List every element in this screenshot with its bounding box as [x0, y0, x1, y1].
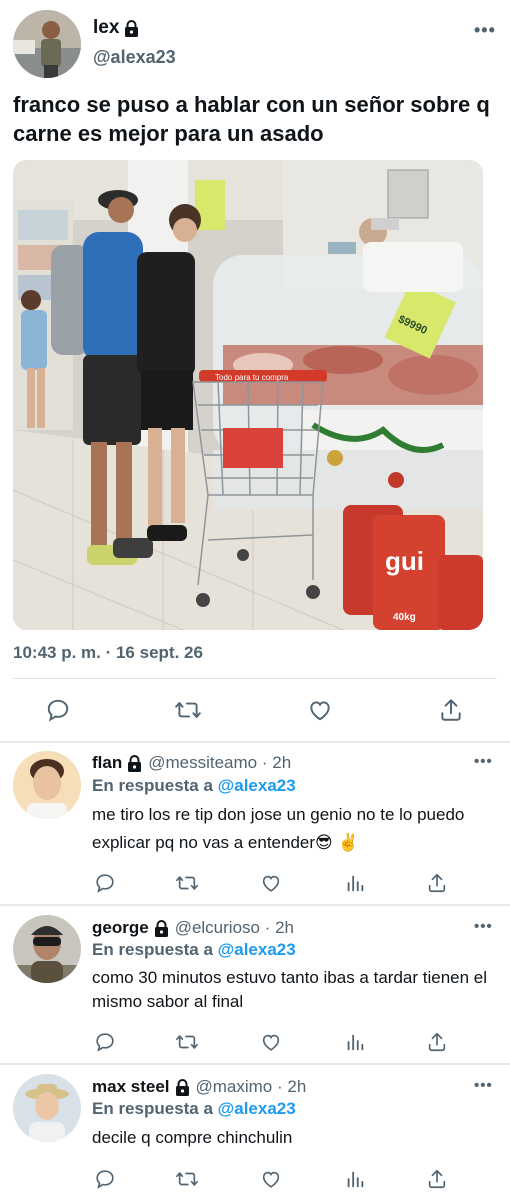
share-icon[interactable] [424, 1029, 450, 1055]
author-avatar[interactable] [13, 10, 81, 78]
author-name-row[interactable]: lex [93, 17, 139, 39]
in-reply-mention[interactable]: @alexa23 [218, 1099, 296, 1118]
reply-avatar[interactable] [13, 751, 81, 819]
views-icon[interactable] [342, 870, 368, 896]
divider [13, 678, 497, 679]
reply-icon[interactable] [92, 870, 118, 896]
retweet-icon[interactable] [174, 1029, 200, 1055]
views-icon[interactable] [342, 1166, 368, 1192]
like-icon[interactable] [258, 1029, 284, 1055]
reply-tweet[interactable]: max steel @maximo · 2h ••• En respuesta … [0, 1065, 510, 1200]
like-icon[interactable] [300, 690, 340, 730]
retweet-icon[interactable] [174, 870, 200, 896]
tweet-timestamp[interactable]: 10:43 p. m. · 16 sept. 26 [13, 643, 203, 663]
reply-icon[interactable] [92, 1029, 118, 1055]
tweet-action-bar [0, 690, 510, 730]
like-icon[interactable] [258, 1166, 284, 1192]
lock-icon [127, 754, 142, 772]
more-icon[interactable]: ••• [474, 20, 496, 41]
reply-author-name[interactable]: max steel [92, 1077, 170, 1097]
share-icon[interactable] [424, 1166, 450, 1192]
in-reply-prefix: En respuesta a [92, 1099, 218, 1118]
bag-weight-text: 40kg [393, 612, 416, 623]
in-reply-prefix: En respuesta a [92, 940, 218, 959]
reply-action-bar [92, 1166, 452, 1194]
reply-header: flan @messiteamo · 2h [92, 753, 291, 773]
views-icon[interactable] [342, 1029, 368, 1055]
author-name[interactable]: lex [93, 17, 119, 39]
main-tweet: lex @alexa23 ••• franco se puso a hablar… [0, 0, 510, 742]
tweet-photo[interactable]: $9990 Todo para tu compra gui 40kg [13, 160, 483, 630]
lock-icon [124, 19, 139, 37]
in-reply-mention[interactable]: @alexa23 [218, 940, 296, 959]
retweet-icon[interactable] [174, 1166, 200, 1192]
reply-text: decile q compre chinchulin [92, 1128, 293, 1147]
reply-action-bar [92, 870, 452, 898]
reply-author-name[interactable]: flan [92, 753, 122, 773]
in-reply-mention[interactable]: @alexa23 [218, 776, 296, 795]
author-handle[interactable]: @alexa23 [93, 47, 176, 68]
reply-tweet[interactable]: george @elcurioso · 2h ••• En respuesta … [0, 906, 510, 1062]
in-reply-to: En respuesta a @alexa23 [92, 940, 296, 960]
share-icon[interactable] [424, 870, 450, 896]
reply-icon[interactable] [92, 1166, 118, 1192]
reply-author-name[interactable]: george [92, 918, 149, 938]
reply-author-handle[interactable]: @messiteamo · 2h [148, 753, 291, 773]
reply-tweet[interactable]: flan @messiteamo · 2h ••• En respuesta a… [0, 743, 510, 903]
in-reply-to: En respuesta a @alexa23 [92, 776, 296, 796]
reply-text: como 30 minutos estuvo tanto ibas a tard… [92, 968, 488, 1011]
reply-action-bar [92, 1029, 452, 1057]
in-reply-prefix: En respuesta a [92, 776, 218, 795]
reply-author-handle[interactable]: @elcurioso · 2h [175, 918, 294, 938]
share-icon[interactable] [431, 690, 471, 730]
reply-avatar[interactable] [13, 1074, 81, 1142]
reply-icon[interactable] [38, 690, 78, 730]
reply-text: me tiro los re tip don jose un genio no … [92, 805, 465, 852]
like-icon[interactable] [258, 870, 284, 896]
reply-header: max steel @maximo · 2h [92, 1077, 306, 1097]
bag-brand-text: gui [385, 546, 424, 576]
more-icon[interactable]: ••• [474, 1077, 493, 1094]
reply-header: george @elcurioso · 2h [92, 918, 294, 938]
lock-icon [175, 1078, 190, 1096]
more-icon[interactable]: ••• [474, 753, 493, 770]
cart-handle-text: Todo para tu compra [215, 373, 289, 382]
lock-icon [154, 919, 169, 937]
more-icon[interactable]: ••• [474, 918, 493, 935]
tweet-text: franco se puso a hablar con un señor sob… [13, 92, 490, 146]
reply-author-handle[interactable]: @maximo · 2h [196, 1077, 307, 1097]
in-reply-to: En respuesta a @alexa23 [92, 1099, 296, 1119]
reply-avatar[interactable] [13, 915, 81, 983]
retweet-icon[interactable] [168, 690, 208, 730]
